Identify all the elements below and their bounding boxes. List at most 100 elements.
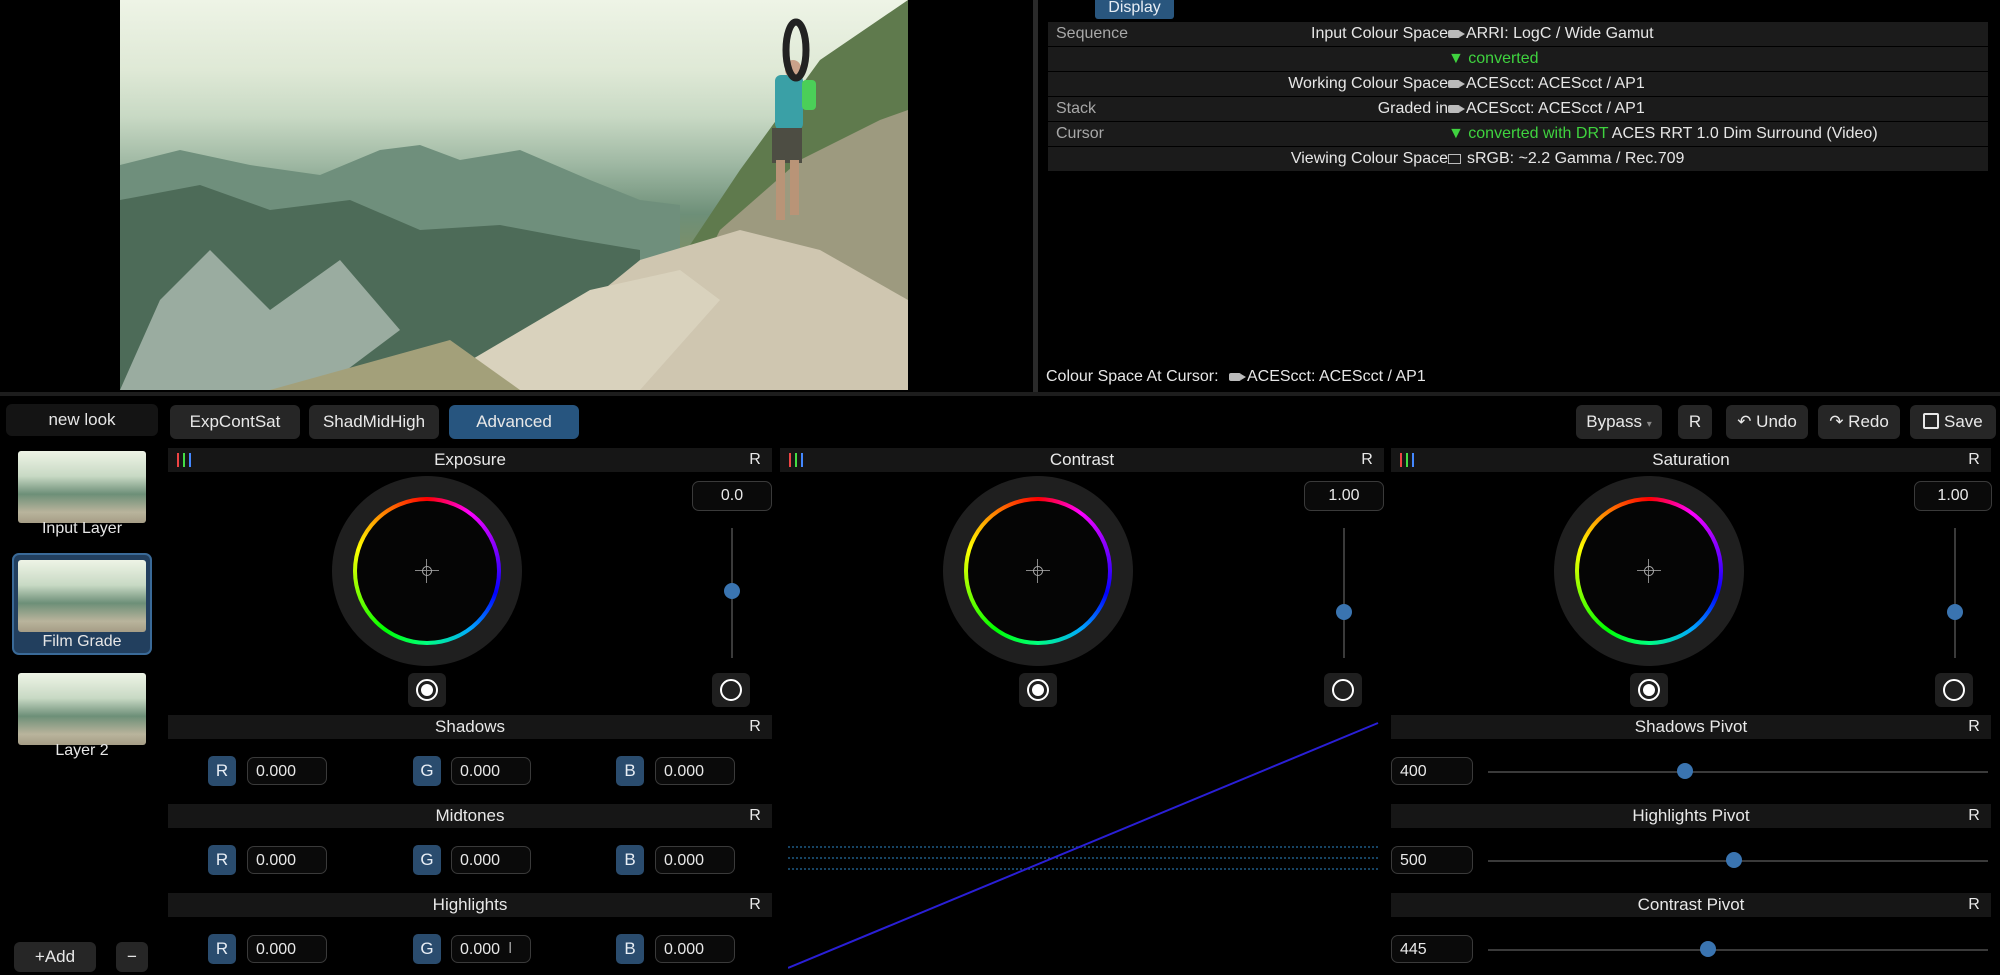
info-value: ARRI: LogC / Wide Gamut [1448, 22, 1654, 46]
exposure-slider-knob[interactable] [724, 583, 740, 599]
layer-2[interactable]: Layer 2 [12, 670, 152, 765]
info-value: ▼ converted with DRT ACES RRT 1.0 Dim Su… [1448, 125, 1878, 142]
redo-icon: ↷ [1829, 412, 1844, 431]
redo-button[interactable]: ↷ Redo [1818, 405, 1900, 439]
undo-button[interactable]: ↶ Undo [1726, 405, 1808, 439]
text-cursor-icon: I [508, 940, 513, 957]
add-layer-button[interactable]: +Add [14, 942, 96, 972]
red-channel-tag: R [208, 934, 236, 964]
section-title: Highlights [432, 895, 508, 914]
exposure-header: Exposure R [168, 448, 772, 472]
reset-button[interactable]: R [744, 893, 766, 917]
exposure-wheel[interactable] [332, 476, 522, 666]
info-section-label: Cursor [1056, 125, 1105, 142]
wheel-cursor[interactable] [422, 566, 432, 576]
save-button[interactable]: Save [1910, 405, 1996, 439]
reset-all-button[interactable]: R [1678, 405, 1712, 439]
saturation-slider[interactable] [1954, 528, 1956, 658]
reset-button[interactable]: R [1356, 448, 1378, 472]
contrast-curve-graph[interactable] [787, 715, 1380, 970]
contrast-pivot-slider[interactable] [1488, 949, 1988, 951]
reset-button[interactable]: R [1963, 804, 1985, 828]
camera-icon [1228, 372, 1246, 381]
contrast-slider-knob[interactable] [1336, 604, 1352, 620]
info-key: Working Colour Space [1288, 75, 1448, 92]
filled-circle-icon [416, 679, 438, 701]
mixer-icon[interactable] [176, 452, 192, 468]
mixer-icon[interactable] [1399, 452, 1415, 468]
wheel-reset-button[interactable] [1019, 673, 1057, 707]
tab-shadmidhigh[interactable]: ShadMidHigh [309, 405, 439, 439]
wheel-title: Exposure [434, 450, 506, 469]
remove-layer-button[interactable]: − [116, 942, 148, 972]
slider-reset-button[interactable] [1324, 673, 1362, 707]
layer-label: Layer 2 [55, 742, 109, 759]
look-name[interactable]: new look [6, 404, 158, 436]
shadows-pivot-field[interactable]: 400 [1391, 757, 1473, 785]
camera-icon [1448, 104, 1465, 113]
shadows-pivot-knob[interactable] [1677, 763, 1693, 779]
reset-button[interactable]: R [1963, 448, 1985, 472]
highlights-pivot-field[interactable]: 500 [1391, 846, 1473, 874]
shadows-pivot-slider[interactable] [1488, 771, 1988, 773]
wheel-cursor[interactable] [1033, 566, 1043, 576]
saturation-value-field[interactable]: 1.00 [1914, 481, 1992, 511]
contrast-slider[interactable] [1343, 528, 1345, 658]
contrast-wheel[interactable] [943, 476, 1133, 666]
info-row: Sequence Input Colour Space ARRI: LogC /… [1048, 22, 1988, 46]
info-value: sRGB: ~2.2 Gamma / Rec.709 [1448, 147, 1684, 171]
contrast-value-field[interactable]: 1.00 [1304, 481, 1384, 511]
display-tab[interactable]: Display [1095, 0, 1174, 19]
wheel-reset-button[interactable] [408, 673, 446, 707]
reset-button[interactable]: R [1963, 715, 1985, 739]
save-icon [1923, 413, 1940, 429]
contrast-curve-line [787, 722, 1379, 969]
circle-icon [720, 679, 742, 701]
contrast-pivot-knob[interactable] [1700, 941, 1716, 957]
layer-input[interactable]: Input Layer [12, 448, 152, 543]
reset-button[interactable]: R [1963, 893, 1985, 917]
highlights-green-field[interactable]: 0.000 [451, 935, 531, 963]
contrast-header: Contrast R [780, 448, 1384, 472]
midtones-red-field[interactable]: 0.000 [247, 846, 327, 874]
info-section-label: Sequence [1056, 25, 1129, 42]
info-value: ACEScct: ACEScct / AP1 [1448, 72, 1645, 96]
exposure-value-field[interactable]: 0.0 [692, 481, 772, 511]
info-row: Viewing Colour Space sRGB: ~2.2 Gamma / … [1048, 147, 1988, 171]
reset-button[interactable]: R [744, 715, 766, 739]
shadows-green-field[interactable]: 0.000 [451, 757, 531, 785]
midtones-green-field[interactable]: 0.000 [451, 846, 531, 874]
red-channel-tag: R [208, 845, 236, 875]
slider-reset-button[interactable] [1935, 673, 1973, 707]
info-section-label: Stack [1056, 100, 1097, 117]
red-channel-tag: R [208, 756, 236, 786]
blue-channel-tag: B [616, 934, 644, 964]
tab-expcontsat[interactable]: ExpContSat [170, 405, 300, 439]
tab-advanced[interactable]: Advanced [449, 405, 579, 439]
saturation-slider-knob[interactable] [1947, 604, 1963, 620]
panel-divider[interactable] [0, 392, 2000, 396]
section-title: Midtones [435, 806, 505, 825]
reset-button[interactable]: R [744, 804, 766, 828]
highlights-blue-field[interactable]: 0.000 [655, 935, 735, 963]
highlights-red-field[interactable]: 0.000 [247, 935, 327, 963]
saturation-wheel[interactable] [1554, 476, 1744, 666]
wheel-reset-button[interactable] [1630, 673, 1668, 707]
contrast-pivot-header: Contrast Pivot R [1391, 893, 1991, 917]
info-key: Graded in [1377, 100, 1448, 117]
shadows-blue-field[interactable]: 0.000 [655, 757, 735, 785]
highlights-pivot-knob[interactable] [1726, 852, 1742, 868]
shadows-red-field[interactable]: 0.000 [247, 757, 327, 785]
wheel-cursor[interactable] [1644, 566, 1654, 576]
bypass-dropdown[interactable]: Bypass ▾ [1576, 405, 1662, 439]
camera-icon [1448, 29, 1465, 38]
layer-label: Film Grade [42, 633, 122, 650]
reset-button[interactable]: R [744, 448, 766, 472]
midtones-blue-field[interactable]: 0.000 [655, 846, 735, 874]
viewer-image[interactable] [120, 0, 908, 390]
slider-reset-button[interactable] [712, 673, 750, 707]
mixer-icon[interactable] [788, 452, 804, 468]
layer-film-grade[interactable]: Film Grade [12, 553, 152, 655]
contrast-pivot-field[interactable]: 445 [1391, 935, 1473, 963]
midtones-header: Midtones R [168, 804, 772, 828]
